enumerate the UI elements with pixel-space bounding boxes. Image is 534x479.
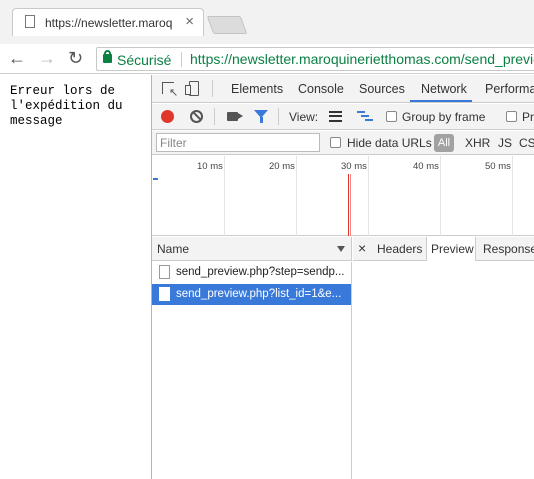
filter-type-js[interactable]: JS [498,136,512,150]
tab-strip: https://newsletter.maroq × [0,0,534,44]
request-row-selected[interactable]: send_preview.php?list_id=1&e... [152,284,351,305]
timeline-tick-label: 40 ms [413,161,439,172]
devtools-tabs: ↖ Elements Console Sources Network Perfo… [152,75,534,103]
devtools-panel: ↖ Elements Console Sources Network Perfo… [151,75,534,479]
request-row[interactable]: send_preview.php?step=sendp... [152,262,351,283]
network-timeline[interactable]: 10 ms 20 ms 30 ms 40 ms 50 ms [152,156,534,236]
page-icon [25,15,35,28]
sort-arrow-icon [337,246,345,252]
filter-input[interactable]: Filter [156,133,320,152]
new-tab-button[interactable] [206,16,248,34]
error-line: l'expédition du [10,99,123,113]
tab-performance[interactable]: Performa [485,82,534,96]
requests-list: send_preview.php?step=sendp... send_prev… [152,262,352,479]
url-text: https://newsletter.maroquinerietthomas.c… [190,51,534,67]
group-by-frame-label: Group by frame [402,110,486,124]
record-icon[interactable] [161,110,174,123]
tab-title: https://newsletter.maroq [45,16,173,30]
request-name: send_preview.php?step=sendp... [176,266,345,278]
browser-toolbar: ← → ↻ Sécurisé https://newsletter.maroqu… [0,44,534,74]
group-by-frame-checkbox[interactable] [386,111,397,122]
page-content: Erreur lors de l'expédition du message [0,75,151,479]
browser-tab[interactable]: https://newsletter.maroq × [12,8,204,36]
close-detail-icon[interactable]: × [358,240,366,256]
preserve-log-checkbox[interactable] [506,111,517,122]
timeline-gridline [368,156,369,236]
tab-response[interactable]: Response [483,242,534,256]
timeline-gridline [440,156,441,236]
waterfall-view-icon[interactable] [357,111,365,113]
tab-console[interactable]: Console [298,82,344,96]
camera-icon[interactable] [227,112,238,121]
requests-header[interactable]: Name [152,237,352,261]
filter-type-all[interactable]: All [434,134,454,152]
filter-type-xhr[interactable]: XHR [465,136,490,150]
load-marker [348,174,349,236]
error-message: Erreur lors de l'expédition du message [10,84,150,129]
active-tab-indicator [410,100,472,102]
request-name: send_preview.php?list_id=1&e... [176,288,342,300]
error-line: message [10,114,63,128]
timeline-tick-label: 50 ms [485,161,511,172]
address-bar[interactable]: Sécurisé https://newsletter.maroquinerie… [96,47,534,71]
omnibox-separator [181,52,182,67]
timeline-gridline [224,156,225,236]
name-column-header[interactable]: Name [157,242,189,256]
timeline-tick-label: 20 ms [269,161,295,172]
document-icon [159,287,170,301]
timeline-tick-label: 30 ms [341,161,367,172]
tab-network[interactable]: Network [421,82,467,96]
reload-icon[interactable]: ↻ [68,48,83,68]
dom-marker [350,174,351,236]
timeline-gridline [512,156,513,236]
tab-elements[interactable]: Elements [231,82,283,96]
error-line: Erreur lors de [10,84,116,98]
filter-bar: Filter Hide data URLs All XHR JS CSS [152,131,534,155]
detail-tabs: × Headers Preview Response [353,237,534,261]
filter-type-css[interactable]: CSS [519,136,534,150]
tab-preview[interactable]: Preview [431,242,474,256]
security-label: Sécurisé [117,52,172,68]
network-toolbar: View: Group by frame Pr [152,104,534,130]
tab-sources[interactable]: Sources [359,82,405,96]
document-icon [159,265,170,279]
filter-placeholder: Filter [160,136,187,150]
forward-icon[interactable]: → [38,48,56,68]
back-icon[interactable]: ← [8,48,26,68]
timeline-gridline [296,156,297,236]
timeline-tick-label: 10 ms [197,161,223,172]
request-bar [153,178,158,180]
tab-headers[interactable]: Headers [377,242,422,256]
hide-data-urls-label: Hide data URLs [347,136,432,150]
tab-close-icon[interactable]: × [185,14,194,30]
preserve-log-label: Pr [522,110,534,124]
hide-data-urls-checkbox[interactable] [330,137,341,148]
view-label: View: [289,110,319,124]
